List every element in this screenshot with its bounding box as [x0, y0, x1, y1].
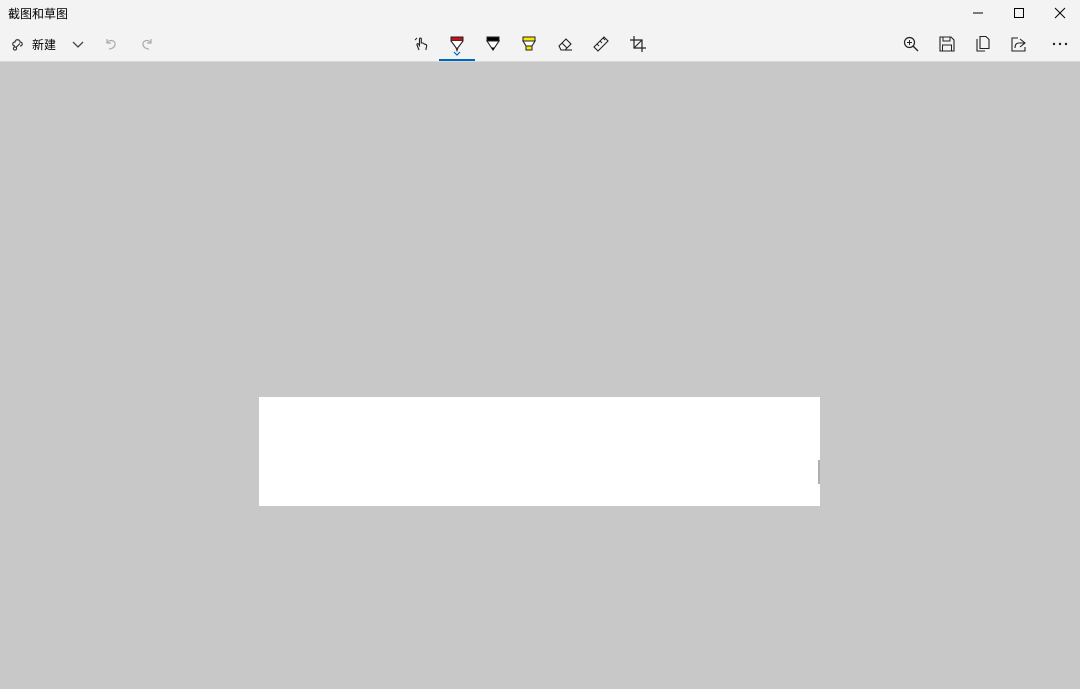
share-icon — [1011, 37, 1026, 52]
new-options-button[interactable] — [62, 30, 94, 58]
crop-icon — [630, 36, 646, 52]
pencil-button[interactable] — [477, 30, 509, 58]
pencil-icon — [485, 36, 501, 51]
new-button[interactable]: 新建 — [4, 30, 62, 58]
new-button-label: 新建 — [32, 37, 57, 52]
eraser-button[interactable] — [549, 30, 581, 58]
redo-icon — [142, 39, 152, 50]
undo-button[interactable] — [95, 30, 127, 58]
close-button[interactable] — [1039, 0, 1080, 26]
touch-writing-button[interactable] — [405, 30, 437, 58]
undo-icon — [106, 39, 116, 50]
ruler-icon — [593, 36, 609, 52]
zoom-in-icon — [903, 36, 919, 52]
zoom-button[interactable] — [895, 30, 927, 58]
redo-button[interactable] — [131, 30, 163, 58]
tool-options-chevron-icon[interactable] — [453, 51, 461, 57]
toolbar: 新建 — [0, 26, 1080, 62]
title-bar: 截图和草图 — [0, 0, 1080, 26]
eraser-icon — [558, 38, 572, 51]
copy-button[interactable] — [967, 30, 999, 58]
selected-tool-indicator — [439, 59, 475, 61]
snip-image[interactable] — [259, 397, 820, 506]
minimize-button[interactable] — [957, 0, 999, 26]
save-icon — [939, 36, 955, 52]
maximize-icon — [1014, 8, 1024, 18]
chevron-down-icon — [72, 41, 84, 48]
app-title: 截图和草图 — [8, 7, 69, 21]
new-snip-icon — [12, 39, 23, 51]
more-icon — [1052, 42, 1068, 46]
ruler-button[interactable] — [585, 30, 617, 58]
maximize-button[interactable] — [998, 0, 1040, 26]
touch-writing-icon — [414, 37, 428, 51]
copy-icon — [976, 35, 990, 52]
resize-handle[interactable] — [818, 460, 820, 484]
canvas-area[interactable] — [0, 63, 1080, 689]
crop-button[interactable] — [622, 30, 654, 58]
share-button[interactable] — [1003, 30, 1035, 58]
more-options-button[interactable] — [1044, 30, 1076, 58]
close-icon — [1054, 7, 1066, 19]
highlighter-button[interactable] — [513, 30, 545, 58]
highlighter-icon — [522, 36, 536, 51]
save-button[interactable] — [931, 30, 963, 58]
minimize-icon — [973, 12, 983, 14]
